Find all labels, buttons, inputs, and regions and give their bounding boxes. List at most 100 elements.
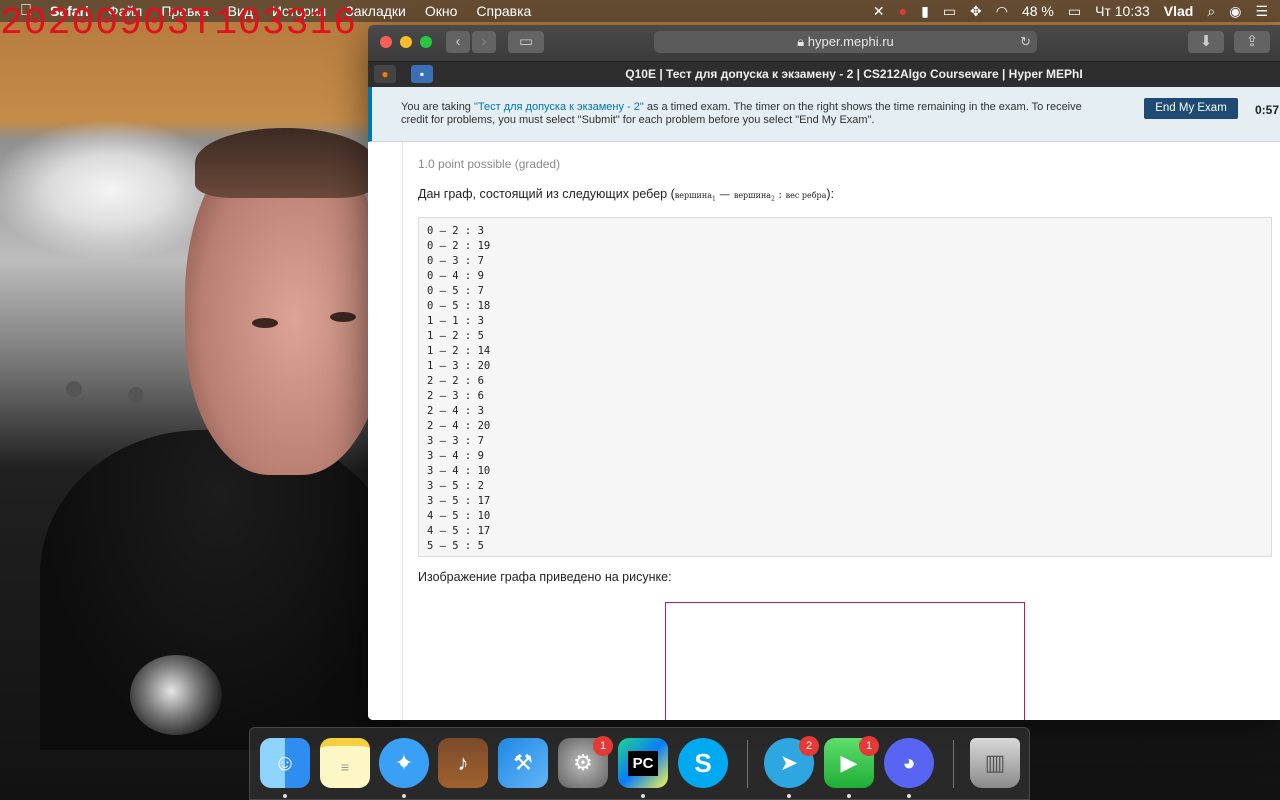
siri-icon[interactable]: ◉ <box>1229 3 1241 20</box>
end-my-exam-button[interactable]: End My Exam <box>1144 98 1238 119</box>
graph-caption: Изображение графа приведено на рисунке: <box>418 570 672 584</box>
telegram-badge: 2 <box>799 736 819 756</box>
finder-icon[interactable]: ☺ <box>260 738 310 788</box>
running-indicator <box>641 794 645 798</box>
edge-line: 3 — 3 : 7 <box>427 435 484 447</box>
problem-points: 1.0 point possible (graded) <box>418 157 561 171</box>
banner-text-before: You are taking <box>401 101 474 113</box>
edge-line: 2 — 3 : 6 <box>427 390 484 402</box>
safari-compass-icon[interactable]: ✦ <box>379 738 429 788</box>
reload-icon[interactable]: ↻ <box>1020 31 1031 53</box>
keyboard-flag-icon[interactable]: ▭ <box>943 3 956 20</box>
notification-app-icon[interactable]: ● <box>899 3 907 19</box>
browser-toolbar: ‹ › ▭ 🔒︎ hyper.mephi.ru ↻ ⬇ ⇪ <box>368 25 1280 61</box>
edge-line: 3 — 5 : 2 <box>427 480 484 492</box>
running-indicator <box>847 794 851 798</box>
pinned-tab-icon[interactable]: ● <box>374 65 396 83</box>
forward-arrow-icon[interactable]: › <box>472 31 496 53</box>
trash-icon[interactable]: ▥ <box>970 738 1020 788</box>
battery-icon[interactable]: ▭ <box>1068 3 1081 20</box>
content-divider <box>402 142 403 720</box>
formula-dash: — <box>715 188 734 201</box>
question-text: Дан граф, состоящий из следующих ребер (… <box>418 187 834 203</box>
pycharm-label: PC <box>627 750 659 776</box>
system-preferences-badge: 1 <box>593 736 613 756</box>
recording-timestamp: 20200903T103316 <box>0 2 358 45</box>
skype-icon[interactable]: S <box>678 738 728 788</box>
edge-line: 4 — 5 : 10 <box>427 510 491 522</box>
edge-line: 1 — 2 : 14 <box>427 345 491 357</box>
tools-icon[interactable]: ✕ <box>873 3 885 20</box>
edge-line: 3 — 4 : 10 <box>427 465 491 477</box>
spotlight-search-icon[interactable]: ⌕ <box>1207 3 1215 20</box>
chat-icon[interactable]: ▮ <box>921 3 929 20</box>
garageband-guitar-icon[interactable]: ♪ <box>438 738 488 788</box>
edge-line: 0 — 5 : 18 <box>427 300 491 312</box>
exam-name-link[interactable]: "Тест для допуска к экзамену - 2" <box>474 101 644 113</box>
edge-line: 2 — 4 : 3 <box>427 405 484 417</box>
edge-line: 0 — 2 : 3 <box>427 225 484 237</box>
exam-banner-message: You are taking "Тест для допуска к экзам… <box>401 101 1091 127</box>
menu-help[interactable]: Справка <box>476 3 531 19</box>
formula-weight: вес ребра <box>785 191 827 200</box>
person-hair <box>195 128 375 198</box>
battery-percentage[interactable]: 48 % <box>1022 3 1054 19</box>
close-window-button[interactable] <box>380 36 392 48</box>
tab-bar: ● ▪ Q10E | Тест для допуска к экзамену -… <box>368 61 1280 87</box>
running-indicator <box>402 794 406 798</box>
wifi-icon[interactable]: ◠ <box>996 3 1008 20</box>
formula-vertex-1: вершина <box>674 191 712 200</box>
address-bar[interactable]: 🔒︎ hyper.mephi.ru ↻ <box>654 31 1037 53</box>
clock[interactable]: Чт 10:33 <box>1095 3 1150 19</box>
back-arrow-icon[interactable]: ‹ <box>446 31 470 53</box>
zoom-window-button[interactable] <box>420 36 432 48</box>
edge-line: 0 — 2 : 19 <box>427 240 491 252</box>
xcode-icon[interactable]: ⚒ <box>498 738 548 788</box>
edge-line: 0 — 4 : 9 <box>427 270 484 282</box>
crystal-ball <box>130 655 222 735</box>
edge-line: 2 — 4 : 20 <box>427 420 491 432</box>
edge-line: 1 — 1 : 3 <box>427 315 484 327</box>
dock-separator <box>747 740 748 788</box>
dock-separator <box>953 740 954 788</box>
page-content: M3 7 1.0 point possible (graded) Дан гра… <box>368 87 1280 720</box>
edge-line: 0 — 5 : 7 <box>427 285 484 297</box>
address-url: hyper.mephi.ru <box>807 34 894 49</box>
pycharm-icon[interactable]: PC <box>618 738 668 788</box>
running-indicator <box>283 794 287 798</box>
user-name[interactable]: Vlad <box>1164 3 1194 19</box>
edge-line: 0 — 3 : 7 <box>427 255 484 267</box>
dock: ☺ ≡ ✦ ♪ ⚒ ⚙ 1 PC S ➤ 2 ▶ 1 ◕ ▥ <box>249 727 1030 800</box>
edge-line: 5 — 5 : 5 <box>427 540 484 552</box>
discord-icon[interactable]: ◕ <box>884 738 934 788</box>
lock-icon: 🔒︎ <box>797 34 805 49</box>
facetime-badge: 1 <box>859 736 879 756</box>
notification-center-icon[interactable]: ☰ <box>1255 3 1268 20</box>
formula-separator: : <box>774 188 786 201</box>
running-indicator <box>787 794 791 798</box>
minimize-window-button[interactable] <box>400 36 412 48</box>
graph-image <box>665 602 1025 720</box>
question-suffix: ): <box>826 187 835 201</box>
safari-window: ‹ › ▭ 🔒︎ hyper.mephi.ru ↻ ⬇ ⇪ ● ▪ Q10E |… <box>368 25 1280 720</box>
notes-icon[interactable]: ≡ <box>320 738 370 788</box>
active-tab-title[interactable]: Q10E | Тест для допуска к экзамену - 2 |… <box>428 62 1280 87</box>
person-eye <box>330 312 356 322</box>
running-indicator <box>907 794 911 798</box>
edge-line: 1 — 3 : 20 <box>427 360 491 372</box>
network-icon[interactable]: ✥ <box>970 3 982 20</box>
edge-line: 4 — 5 : 17 <box>427 525 491 537</box>
timed-exam-banner: You are taking "Тест для допуска к экзам… <box>368 87 1280 142</box>
share-icon[interactable]: ⇪ <box>1234 31 1270 53</box>
background-object <box>66 381 82 397</box>
background-object <box>128 387 144 403</box>
edge-line: 3 — 4 : 9 <box>427 450 484 462</box>
person-eye <box>252 318 278 328</box>
sidebar-toggle-icon[interactable]: ▭ <box>508 31 544 53</box>
formula-vertex-2: вершина <box>733 191 772 200</box>
downloads-icon[interactable]: ⬇ <box>1188 31 1224 53</box>
edge-format-formula: вершина1 — вершина2 : вес ребра <box>674 188 827 203</box>
edge-line: 2 — 2 : 6 <box>427 375 484 387</box>
exam-timer: 0:57: <box>1255 103 1280 117</box>
menu-window[interactable]: Окно <box>425 3 458 19</box>
